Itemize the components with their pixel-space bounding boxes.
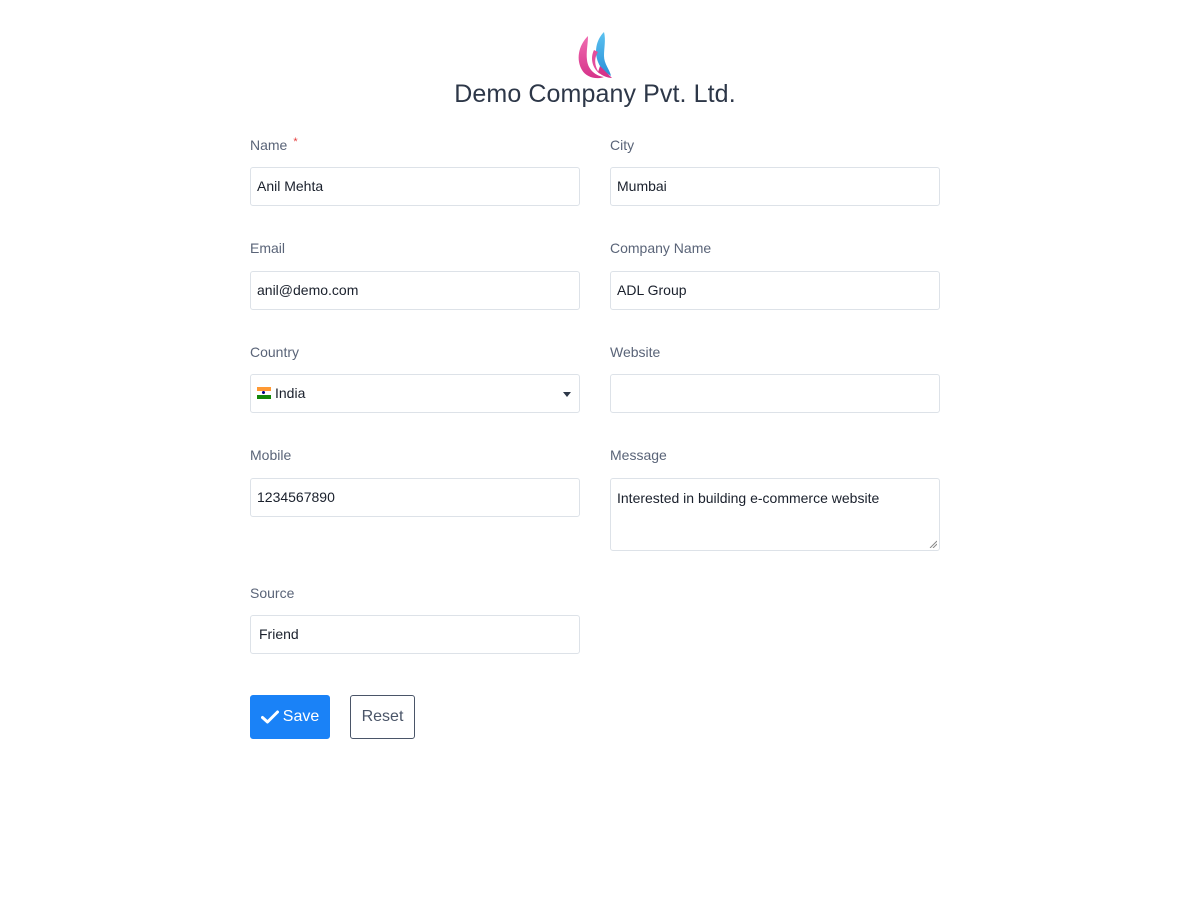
reset-button[interactable]: Reset [350,695,415,739]
city-input[interactable]: Mumbai [610,167,940,206]
website-label: Website [610,344,661,360]
mobile-label: Mobile [250,447,292,463]
message-label: Message [610,447,667,463]
flame-swirl-logo-icon [578,32,612,79]
name-label: Name * [250,136,298,153]
resize-grip-icon[interactable] [929,540,937,548]
lead-form-page: Demo Company Pvt. Ltd. Name * Anil Mehta … [0,0,1200,900]
country-selected-value: India [275,385,306,401]
website-input[interactable] [610,374,940,413]
email-input[interactable]: anil@demo.com [250,271,580,310]
reset-button-label: Reset [361,708,404,725]
company-name-field-group: Company Name ADL Group [610,238,940,310]
message-field-group: Message Interested in building e-commerc… [610,445,940,551]
city-label: City [610,137,635,153]
name-input[interactable]: Anil Mehta [250,167,580,206]
source-field-group: Source Friend [250,583,580,654]
city-field-group: City Mumbai [610,135,940,206]
country-field-group: Country India [250,342,580,413]
message-textarea[interactable]: Interested in building e-commerce websit… [610,478,940,551]
company-name-label: Company Name [610,240,712,256]
mobile-input[interactable]: 1234567890 [250,478,580,517]
check-icon [260,710,279,724]
source-label: Source [250,585,295,601]
name-field-group: Name * Anil Mehta [250,135,580,206]
india-flag-icon [257,387,271,399]
mobile-field-group: Mobile 1234567890 [250,445,580,517]
company-name-input[interactable]: ADL Group [610,271,940,310]
country-select[interactable]: India [250,374,580,413]
website-field-group: Website [610,342,940,413]
company-title: Demo Company Pvt. Ltd. [454,80,736,108]
message-text: Interested in building e-commerce websit… [617,490,880,506]
required-marker: * [293,136,298,148]
save-button[interactable]: Save [250,695,330,739]
source-input[interactable]: Friend [250,615,580,654]
country-label: Country [250,344,300,360]
caret-down-icon [563,392,571,397]
save-button-label: Save [282,708,320,725]
email-field-group: Email anil@demo.com [250,238,580,310]
email-label: Email [250,240,286,256]
